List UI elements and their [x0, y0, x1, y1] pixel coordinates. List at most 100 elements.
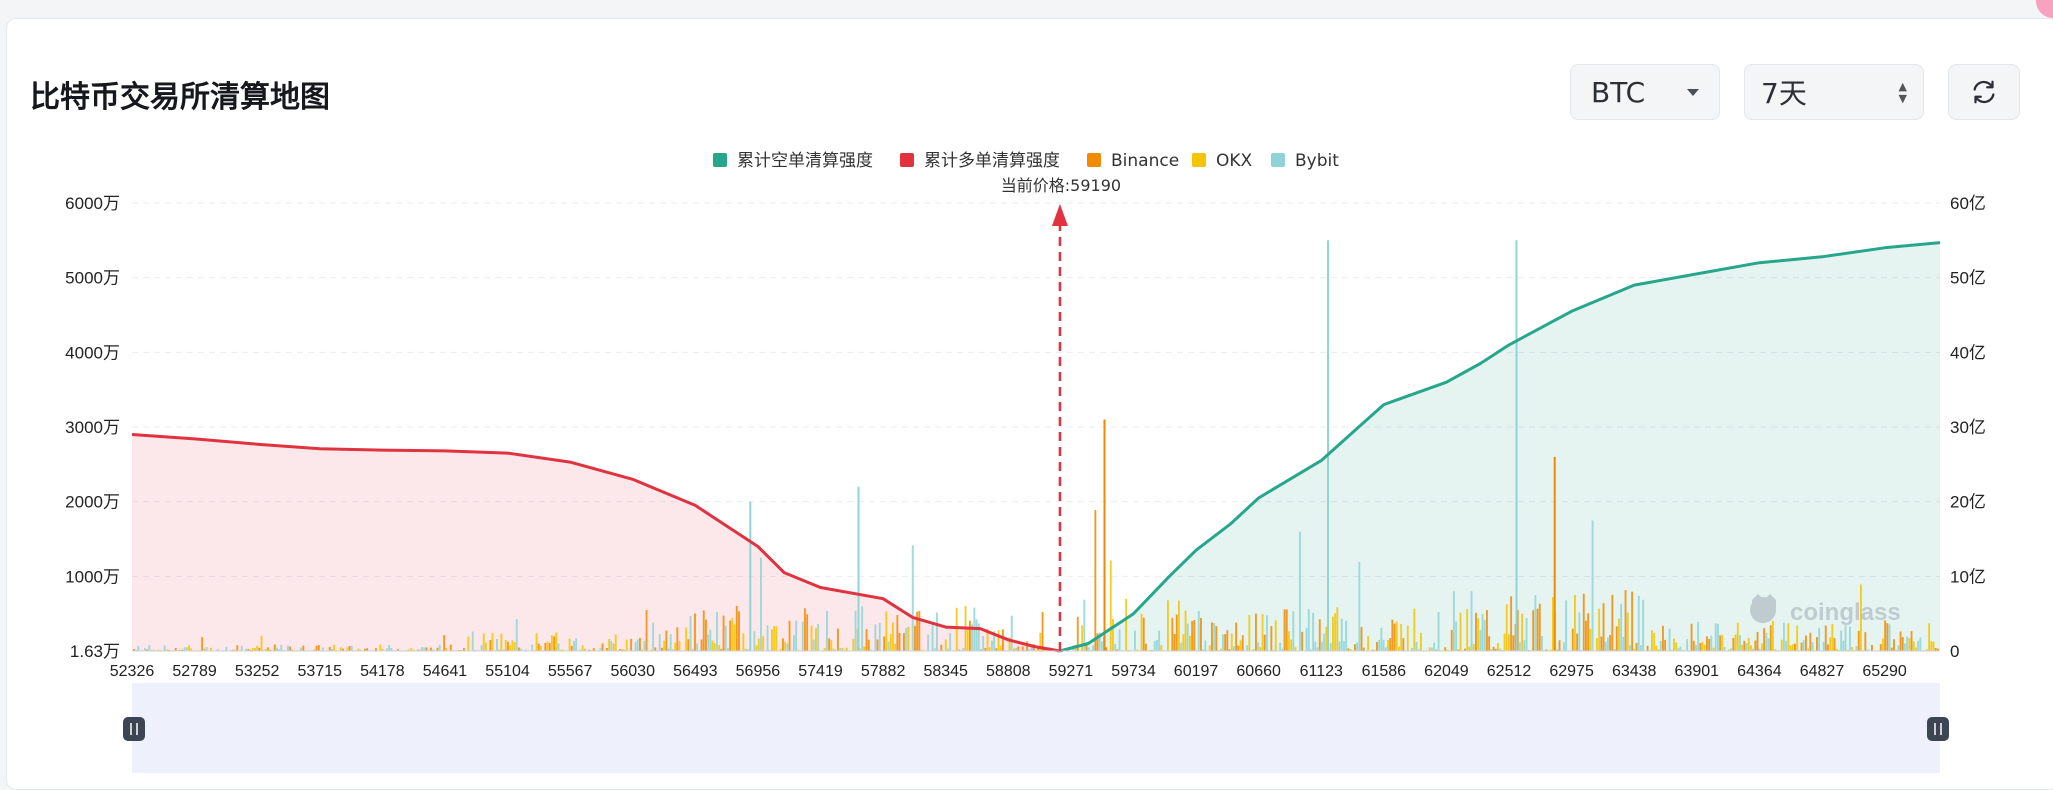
liquidation-bar	[1226, 630, 1229, 651]
liquidation-bar	[1897, 645, 1900, 651]
liquidation-bar	[1668, 628, 1671, 651]
liquidation-bar	[742, 633, 745, 651]
x-tick-label: 63901	[1675, 663, 1720, 680]
liquidation-bar	[1081, 625, 1084, 651]
liquidation-bar	[1283, 609, 1286, 651]
liquidation-bar	[1626, 612, 1629, 651]
liquidation-bar	[1789, 645, 1792, 651]
liquidation-bar	[940, 644, 943, 651]
liquidation-bar	[1387, 639, 1389, 651]
liquidation-bar	[1629, 645, 1631, 651]
liquidation-bar	[1492, 646, 1495, 651]
liquidation-bar	[1382, 639, 1385, 651]
x-tick-label: 53715	[298, 663, 343, 680]
liquidation-bar	[1695, 644, 1697, 651]
liquidation-bar	[1406, 625, 1409, 651]
liquidation-bar	[1754, 640, 1757, 651]
liquidation-bar	[1393, 623, 1396, 651]
zoom-slider[interactable]	[123, 683, 1949, 773]
liquidation-bar	[674, 642, 677, 651]
liquidation-bar	[1598, 608, 1601, 651]
liquidation-bar	[1208, 645, 1211, 651]
liquidation-bar	[861, 606, 864, 651]
y-right-tick-label: 20亿	[1950, 493, 1986, 512]
liquidation-bar	[793, 635, 795, 651]
liquidation-bar	[280, 644, 283, 651]
legend-swatch	[713, 153, 727, 167]
liquidation-bar	[1455, 621, 1458, 651]
liquidation-bar	[1721, 634, 1724, 651]
liquidation-bar	[1747, 637, 1750, 651]
liquidation-bar	[705, 619, 707, 651]
liquidation-bar	[654, 647, 657, 651]
liquidation-bar	[1087, 647, 1090, 651]
liquidation-bar	[738, 611, 740, 651]
liquidation-bar	[885, 611, 888, 651]
liquidation-bar	[1739, 635, 1741, 651]
x-tick-label: 59271	[1049, 663, 1094, 680]
liquidation-bar	[1622, 636, 1625, 651]
liquidation-bar	[1197, 610, 1200, 651]
x-tick-label: 62512	[1487, 663, 1532, 680]
liquidation-bar	[185, 647, 188, 651]
liquidation-bar	[302, 645, 305, 651]
liquidation-bar	[267, 647, 270, 651]
liquidation-bar	[1662, 625, 1664, 651]
zoom-handle-right[interactable]	[1927, 717, 1949, 741]
liquidation-bar	[766, 625, 769, 651]
liquidation-bar	[1343, 641, 1345, 651]
liquidation-bar	[1833, 638, 1836, 651]
liquidation-bar	[1472, 644, 1475, 651]
liquidation-bar	[773, 625, 776, 651]
liquidation-bar	[496, 638, 498, 651]
liquidation-bar	[425, 647, 428, 651]
x-tick-label: 64364	[1737, 663, 1782, 680]
liquidation-bar	[1521, 613, 1524, 651]
liquidation-bar	[1602, 603, 1605, 651]
liquidation-bar	[1477, 618, 1480, 651]
liquidation-bar	[1118, 629, 1121, 651]
x-tick-label: 53252	[235, 663, 280, 680]
x-tick-label: 57419	[798, 663, 843, 680]
liquidation-bar	[379, 644, 382, 651]
liquidation-bar	[1750, 645, 1752, 651]
liquidation-bar	[733, 624, 736, 651]
liquidation-bar	[449, 644, 452, 651]
liquidation-bar	[1312, 612, 1315, 651]
zoom-handle-left[interactable]	[123, 717, 145, 741]
liquidation-bar	[1459, 612, 1462, 651]
liquidation-bar	[1697, 621, 1700, 651]
liquidation-bar	[788, 620, 791, 651]
liquidation-bar	[1384, 647, 1387, 651]
liquidation-bar	[709, 629, 712, 651]
liquidation-bar	[997, 630, 1000, 651]
liquidation-bar	[1855, 646, 1858, 651]
liquidation-bar	[806, 614, 809, 651]
liquidation-bar	[625, 639, 628, 651]
liquidation-bar	[1450, 629, 1453, 651]
liquidation-bar	[815, 628, 817, 651]
liquidation-bar	[443, 635, 446, 651]
legend-label: Bybit	[1295, 151, 1339, 171]
liquidation-bar	[896, 615, 899, 651]
y-right-tick-label: 0	[1950, 642, 1959, 661]
liquidation-bar	[1360, 627, 1363, 651]
liquidation-bar	[1609, 634, 1612, 651]
liquidation-bar	[1818, 628, 1821, 651]
liquidation-bar	[1673, 638, 1675, 651]
y-left-tick-label: 4000万	[65, 343, 120, 362]
liquidation-bar	[1134, 630, 1136, 651]
liquidation-bar	[711, 640, 714, 651]
liquidation-bar	[513, 642, 516, 651]
liquidation-bar	[718, 644, 721, 651]
liquidation-bar	[700, 639, 703, 651]
liquidation-bar	[1919, 637, 1922, 651]
liquidation-bar	[201, 637, 204, 651]
liquidation-bar	[485, 642, 487, 651]
liquidation-bar	[1356, 642, 1359, 651]
liquidation-bar	[1640, 645, 1642, 651]
liquidation-bar	[1871, 645, 1873, 651]
liquidation-bar	[544, 643, 547, 651]
liquidation-bar	[1186, 623, 1189, 651]
liquidation-bar	[1241, 635, 1244, 651]
